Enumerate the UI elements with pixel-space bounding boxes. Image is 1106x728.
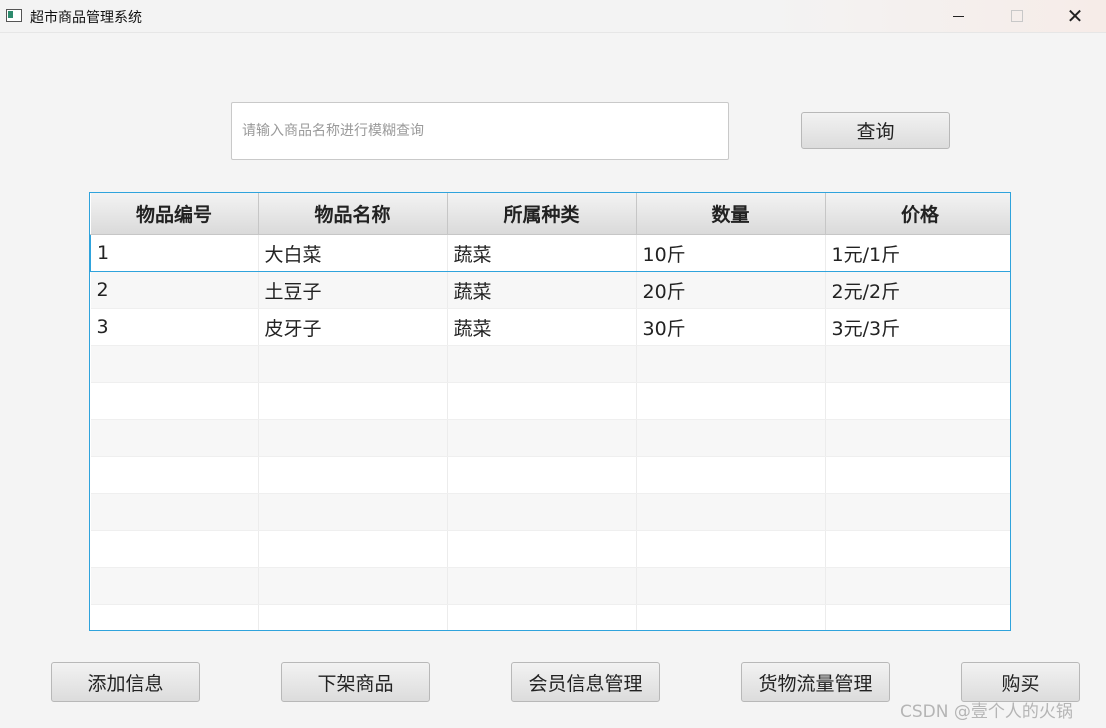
- cell-price: 3元/3斤: [825, 308, 1010, 346]
- empty-row: [90, 604, 1010, 630]
- cell-id: 2: [90, 271, 259, 309]
- minimize-icon: [953, 16, 964, 17]
- watermark: CSDN @壹个人的火锅: [900, 702, 1073, 722]
- table-row[interactable]: 2 土豆子 蔬菜 20斤 2元/2斤: [90, 271, 1010, 309]
- empty-row: [90, 345, 1010, 383]
- cell-name: 皮牙子: [258, 308, 448, 346]
- buy-button[interactable]: 购买: [961, 662, 1080, 702]
- cell-quantity: 20斤: [636, 271, 826, 309]
- empty-row: [90, 419, 1010, 457]
- add-info-button[interactable]: 添加信息: [51, 662, 200, 702]
- product-table: 物品编号 物品名称 所属种类 数量 价格 1 大白菜 蔬菜 10斤 1元/1斤 …: [89, 192, 1011, 631]
- column-header-quantity[interactable]: 数量: [636, 193, 826, 235]
- search-input[interactable]: [231, 102, 729, 160]
- empty-row: [90, 567, 1010, 605]
- empty-row: [90, 493, 1010, 531]
- maximize-icon: [1011, 10, 1023, 22]
- empty-row: [90, 456, 1010, 494]
- empty-row: [90, 382, 1010, 420]
- cell-category: 蔬菜: [447, 271, 637, 309]
- cell-price: 2元/2斤: [825, 271, 1010, 309]
- empty-row: [90, 530, 1010, 568]
- cell-name: 大白菜: [258, 234, 448, 272]
- member-management-button[interactable]: 会员信息管理: [511, 662, 660, 702]
- flow-management-button[interactable]: 货物流量管理: [741, 662, 890, 702]
- window-title: 超市商品管理系统: [30, 10, 142, 26]
- cell-price: 1元/1斤: [825, 234, 1010, 272]
- table-header-row: 物品编号 物品名称 所属种类 数量 价格: [90, 193, 1010, 235]
- close-button[interactable]: ✕: [1052, 0, 1098, 32]
- cell-category: 蔬菜: [447, 308, 637, 346]
- table-row[interactable]: 1 大白菜 蔬菜 10斤 1元/1斤: [90, 234, 1010, 272]
- close-icon: ✕: [1066, 4, 1084, 28]
- cell-category: 蔬菜: [447, 234, 637, 272]
- cell-id: 3: [90, 308, 259, 346]
- column-header-price[interactable]: 价格: [825, 193, 1010, 235]
- column-header-name[interactable]: 物品名称: [258, 193, 448, 235]
- cell-name: 土豆子: [258, 271, 448, 309]
- cell-id: 1: [90, 234, 259, 272]
- column-header-id[interactable]: 物品编号: [90, 193, 259, 235]
- title-bar: 超市商品管理系统 ✕: [0, 0, 1106, 33]
- column-header-category[interactable]: 所属种类: [447, 193, 637, 235]
- query-button[interactable]: 查询: [801, 112, 950, 149]
- minimize-button[interactable]: [935, 0, 981, 32]
- table-row[interactable]: 3 皮牙子 蔬菜 30斤 3元/3斤: [90, 308, 1010, 346]
- cell-quantity: 30斤: [636, 308, 826, 346]
- maximize-button[interactable]: [993, 0, 1039, 32]
- remove-product-button[interactable]: 下架商品: [281, 662, 430, 702]
- cell-quantity: 10斤: [636, 234, 826, 272]
- app-icon: [6, 9, 22, 22]
